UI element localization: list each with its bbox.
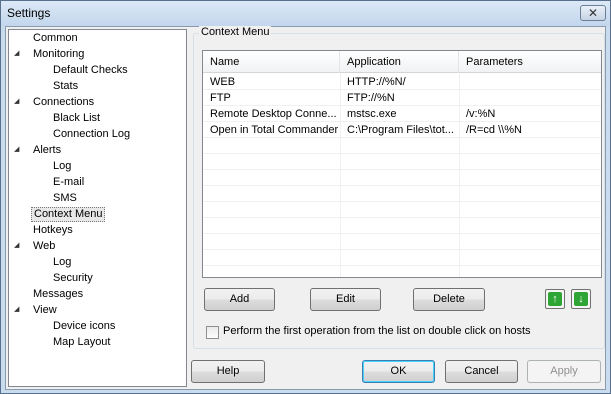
cell-application: mstsc.exe	[347, 108, 397, 120]
list-row[interactable]: Open in Total Commander C:\Program Files\…	[203, 122, 601, 138]
delete-button[interactable]: Delete	[413, 288, 485, 311]
collapse-expander-icon[interactable]: ◢	[14, 146, 22, 154]
grid-line	[203, 169, 601, 170]
double-click-label[interactable]: Perform the first operation from the lis…	[223, 325, 531, 337]
cell-application: FTP://%N	[347, 92, 395, 104]
tree-item[interactable]: Log	[51, 255, 73, 270]
cell-parameters: /v:%N	[466, 108, 496, 120]
tree-item[interactable]: Security	[51, 271, 95, 286]
tree-item[interactable]: SMS	[51, 191, 79, 206]
list-row[interactable]: WEB HTTP://%N/	[203, 74, 601, 90]
tree-item[interactable]: Monitoring	[31, 47, 86, 62]
collapse-expander-icon[interactable]: ◢	[14, 98, 22, 106]
grid-line	[203, 265, 601, 266]
list-header: Name Application Parameters	[203, 51, 601, 73]
cell-name: WEB	[210, 76, 236, 88]
tree-item[interactable]: Device icons	[51, 319, 117, 334]
add-button[interactable]: Add	[204, 288, 275, 311]
collapse-expander-icon[interactable]: ◢	[14, 50, 22, 58]
tree-item[interactable]: Connections	[31, 95, 96, 110]
cell-parameters: /R=cd \\%N	[466, 124, 522, 136]
tree-item[interactable]: Connection Log	[51, 127, 132, 142]
cell-name: Open in Total Commander	[210, 124, 339, 136]
ok-button[interactable]: OK	[362, 360, 435, 383]
column-header-name[interactable]: Name	[203, 51, 340, 73]
move-up-button[interactable]: ↑	[545, 289, 565, 309]
cell-application: C:\Program Files\tot...	[347, 124, 454, 136]
tree-item[interactable]: Map Layout	[51, 335, 112, 350]
tree-item[interactable]: Stats	[51, 79, 80, 94]
settings-window: Settings ✕ Common ◢ Monitoring Default Chec…	[0, 0, 611, 394]
grid-line	[203, 201, 601, 202]
cancel-button[interactable]: Cancel	[445, 360, 518, 383]
tree-item[interactable]: Alerts	[31, 143, 63, 158]
arrow-up-icon: ↑	[548, 292, 562, 306]
dialog-client: Common ◢ Monitoring Default Checks Stats ◢ Con…	[5, 26, 606, 390]
grid-line	[203, 153, 601, 154]
grid-line	[203, 233, 601, 234]
tree-item[interactable]: Default Checks	[51, 63, 130, 78]
cell-application: HTTP://%N/	[347, 76, 406, 88]
tree-item[interactable]: Hotkeys	[31, 223, 75, 238]
tree-item[interactable]: Log	[51, 159, 73, 174]
column-header-parameters[interactable]: Parameters	[459, 51, 601, 73]
group-title: Context Menu	[199, 26, 272, 38]
cell-name: Remote Desktop Conne...	[210, 108, 337, 120]
move-down-button[interactable]: ↓	[571, 289, 591, 309]
grid-line	[203, 249, 601, 250]
tree-item[interactable]: E-mail	[51, 175, 86, 190]
settings-tree[interactable]: Common ◢ Monitoring Default Checks Stats ◢ Con…	[8, 29, 187, 387]
edit-button[interactable]: Edit	[310, 288, 381, 311]
tree-item[interactable]: Web	[31, 239, 57, 254]
close-icon: ✕	[587, 6, 599, 20]
arrow-down-icon: ↓	[574, 292, 588, 306]
tree-item[interactable]: Context Menu	[31, 207, 106, 222]
list-row[interactable]: FTP FTP://%N	[203, 90, 601, 106]
collapse-expander-icon[interactable]: ◢	[14, 306, 22, 314]
help-button[interactable]: Help	[191, 360, 265, 383]
context-menu-list[interactable]: Name Application Parameters WEB HTTP://%N…	[202, 50, 602, 278]
list-row[interactable]: Remote Desktop Conne... mstsc.exe/v:%N	[203, 106, 601, 122]
double-click-checkbox[interactable]	[206, 326, 219, 339]
window-title: Settings	[7, 6, 51, 20]
cell-name: FTP	[210, 92, 231, 104]
apply-button[interactable]: Apply	[527, 360, 601, 383]
tree-item[interactable]: Messages	[31, 287, 85, 302]
tree-item[interactable]: Black List	[51, 111, 102, 126]
tree-item[interactable]: View	[31, 303, 59, 318]
grid-line	[203, 217, 601, 218]
close-button[interactable]: ✕	[580, 5, 606, 21]
grid-line	[203, 185, 601, 186]
collapse-expander-icon[interactable]: ◢	[14, 242, 22, 250]
title-bar: Settings ✕	[1, 1, 610, 26]
tree-item[interactable]: Common	[31, 31, 80, 46]
column-header-application[interactable]: Application	[340, 51, 459, 73]
